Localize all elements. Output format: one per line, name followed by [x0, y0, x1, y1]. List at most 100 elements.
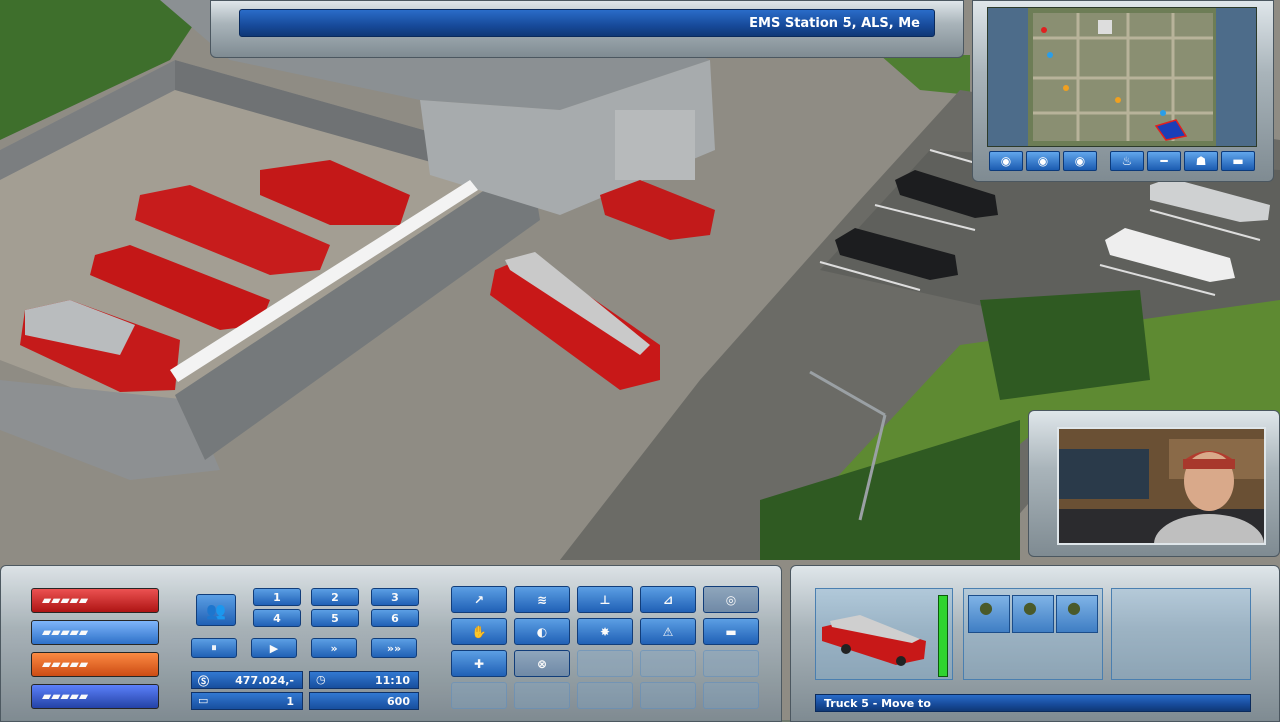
unit-status-text: Truck 5 - Move to	[824, 696, 931, 710]
move-arrow-icon: ↗	[473, 592, 485, 607]
barrier-command-button[interactable]: ▬	[703, 618, 759, 645]
person-icon: ☗	[1195, 154, 1207, 168]
light-command-button[interactable]: ✸	[577, 618, 633, 645]
move-command-button[interactable]: ↗	[451, 586, 507, 613]
eye-icon: ◉	[1000, 154, 1012, 168]
empty-command-slot	[640, 682, 696, 709]
hose-spray-icon: ≋	[536, 592, 548, 607]
minimap-fire-filter-button[interactable]: ♨	[1110, 151, 1144, 171]
fire-icon: ♨	[1121, 154, 1133, 168]
play-button[interactable]: ▶	[251, 638, 297, 658]
play-icon: ▶	[269, 641, 279, 655]
vehicle-tab-ems[interactable]: ▰▰▰▰▰	[31, 652, 159, 677]
crew-member-3[interactable]: ●	[1056, 595, 1098, 633]
tech-vehicle-tab-icon: ▰▰▰▰▰	[42, 689, 89, 703]
grab-command-button[interactable]: ✋	[451, 618, 507, 645]
money-icon: Ⓢ	[198, 675, 209, 688]
police-car-tab-icon: ▰▰▰▰▰	[42, 625, 89, 639]
disabled-command-button[interactable]: ◎	[703, 586, 759, 613]
group-button-5[interactable]: 5	[311, 609, 359, 627]
empty-command-slot	[577, 682, 633, 709]
extend-ladder-button[interactable]: ⊿	[640, 586, 696, 613]
crew-member-2[interactable]: ●	[1012, 595, 1054, 633]
connect-hydrant-button[interactable]: ⊥	[577, 586, 633, 613]
siren-icon: ◐	[536, 624, 548, 639]
empty-command-slot	[514, 682, 570, 709]
pause-button[interactable]: ⏸	[191, 638, 237, 658]
minimap-view-button-3[interactable]: ◉	[1063, 151, 1097, 171]
select-all-units-button[interactable]: 👥	[196, 594, 236, 626]
siren-command-button[interactable]: ◐	[514, 618, 570, 645]
empty-command-slot	[703, 682, 759, 709]
group-button-4[interactable]: 4	[253, 609, 301, 627]
bar-icon: ▬	[725, 624, 737, 639]
unit-status-bar: Truck 5 - Move to	[815, 694, 1251, 712]
ambulance-icon: ▬	[1232, 154, 1244, 168]
minimap-frame: ◉ ◉ ◉ ♨ ━ ☗ ▬	[972, 0, 1274, 182]
empty-command-slot	[640, 650, 696, 677]
vehicle-tab-police[interactable]: ▰▰▰▰▰	[31, 620, 159, 645]
eye-icon: ◉	[1074, 154, 1086, 168]
minimap-map	[988, 8, 1256, 146]
fast-forward-button[interactable]: »	[311, 638, 357, 658]
top-info-frame: EMS Station 5, ALS, Me	[210, 0, 964, 58]
eye-icon: ◉	[1037, 154, 1049, 168]
pause-icon: ⏸	[211, 641, 217, 654]
firefighter-icon: ●	[1067, 598, 1081, 617]
extinguish-command-button[interactable]: ≋	[514, 586, 570, 613]
minimap-hose-filter-button[interactable]: ━	[1147, 151, 1181, 171]
empty-command-slot	[451, 682, 507, 709]
warning-cone-icon: ⚠	[662, 624, 674, 639]
cancel-command-button[interactable]: ⊗	[514, 650, 570, 677]
unit-health-bar	[938, 595, 948, 677]
hydrant-connect-icon: ⊥	[599, 592, 611, 607]
advisor-video	[1057, 427, 1266, 545]
unit-icon: ▭	[198, 694, 209, 707]
hydrant-plus-icon: ✚	[473, 656, 485, 671]
crew-slots: ● ● ●	[963, 588, 1103, 680]
control-panel: ▰▰▰▰▰ ▰▰▰▰▰ ▰▰▰▰▰ ▰▰▰▰▰ 👥 1 2 3 4 5 6 ⏸ …	[0, 565, 782, 722]
location-text: EMS Station 5, ALS, Me	[749, 15, 920, 31]
selected-unit-portrait[interactable]	[815, 588, 953, 680]
group-button-6[interactable]: 6	[371, 609, 419, 627]
people-group-icon: 👥	[206, 600, 226, 620]
minimap-ambulance-filter-button[interactable]: ▬	[1221, 151, 1255, 171]
warning-command-button[interactable]: ⚠	[640, 618, 696, 645]
vehicle-tab-technical[interactable]: ▰▰▰▰▰	[31, 684, 159, 709]
selection-panel: ● ● ● Truck 5 - Move to	[790, 565, 1280, 722]
firefighter-icon: ●	[1023, 598, 1037, 617]
crew-member-1[interactable]: ●	[968, 595, 1010, 633]
units-display: ▭ 1	[191, 692, 303, 710]
cancel-circle-icon: ⊗	[536, 656, 548, 671]
advisor-portrait	[1059, 429, 1264, 543]
fastest-forward-icon: »»	[386, 641, 402, 655]
location-bar: EMS Station 5, ALS, Me	[239, 9, 935, 37]
firefighter-icon: ●	[979, 598, 993, 617]
empty-command-slot	[577, 650, 633, 677]
empty-command-slot	[703, 650, 759, 677]
minimap-view-button-2[interactable]: ◉	[1026, 151, 1060, 171]
empty-crew-area	[1111, 588, 1251, 680]
vehicle-tab-fire[interactable]: ▰▰▰▰▰	[31, 588, 159, 613]
advisor-frame	[1028, 410, 1280, 557]
disabled-slot-icon: ◎	[725, 592, 737, 607]
ambulance-tab-icon: ▰▰▰▰▰	[42, 657, 89, 671]
group-button-3[interactable]: 3	[371, 588, 419, 606]
fastest-forward-button[interactable]: »»	[371, 638, 417, 658]
ladder-icon: ⊿	[662, 592, 674, 607]
grab-hand-icon: ✋	[471, 624, 487, 639]
minimap[interactable]	[987, 7, 1257, 147]
group-button-2[interactable]: 2	[311, 588, 359, 606]
money-display: Ⓢ 477.024,-	[191, 671, 303, 689]
clock-icon: ◷	[316, 673, 326, 686]
minimap-person-filter-button[interactable]: ☗	[1184, 151, 1218, 171]
clock-display: ◷ 11:10	[309, 671, 419, 689]
minimap-view-button-1[interactable]: ◉	[989, 151, 1023, 171]
fast-forward-icon: »	[330, 641, 338, 655]
score-display: 600	[309, 692, 419, 710]
fire-truck-portrait-icon	[822, 615, 926, 666]
group-button-1[interactable]: 1	[253, 588, 301, 606]
hydrant-plus-button[interactable]: ✚	[451, 650, 507, 677]
hose-icon: ━	[1160, 154, 1168, 168]
fire-truck-tab-icon: ▰▰▰▰▰	[42, 593, 89, 607]
